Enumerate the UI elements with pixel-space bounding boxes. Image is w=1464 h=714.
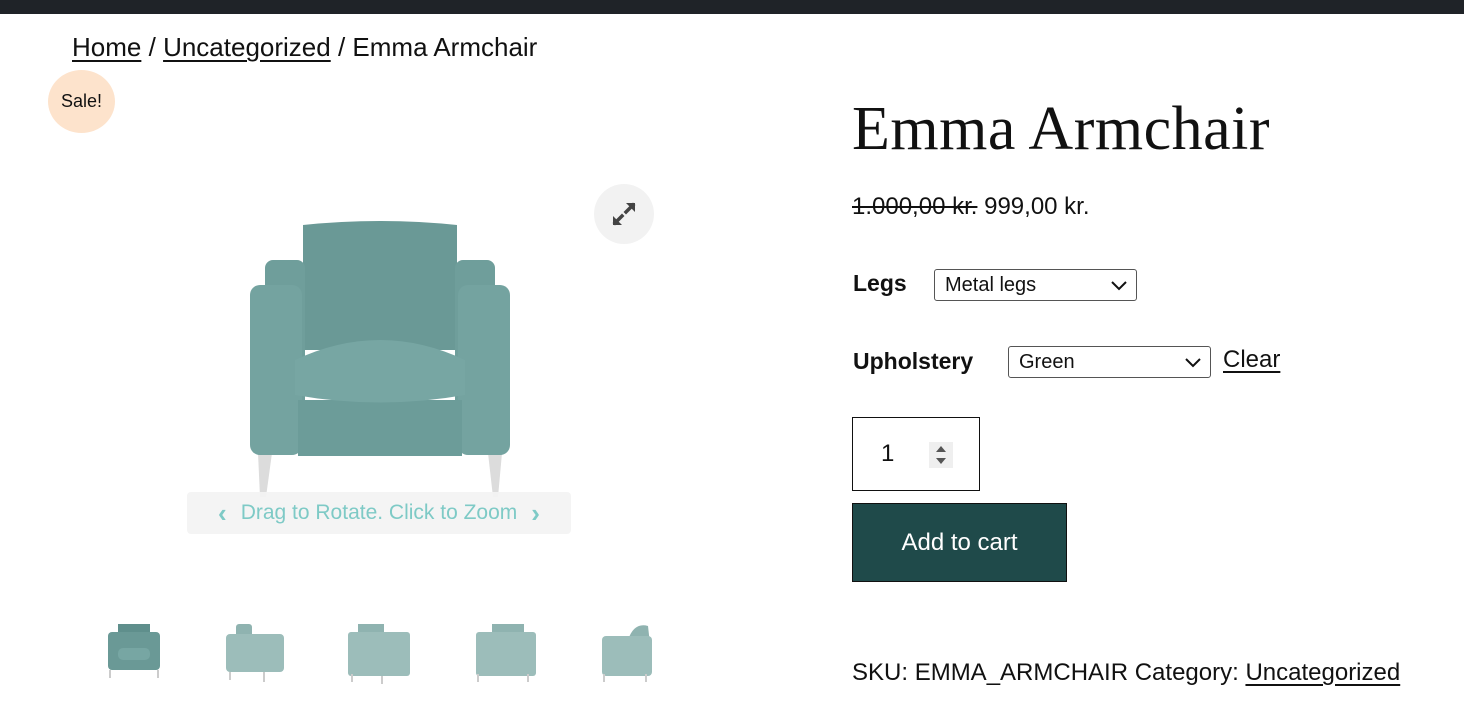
breadcrumb-category[interactable]: Uncategorized <box>163 32 331 62</box>
product-price: 1.000,00 kr. 999,00 kr. <box>852 193 1090 221</box>
rotate-hint-text: Drag to Rotate. Click to Zoom <box>240 501 518 524</box>
sale-badge-label: Sale! <box>60 91 103 111</box>
quantity-value[interactable]: 1 <box>881 440 894 468</box>
upholstery-select-value: Green <box>1019 350 1075 373</box>
legs-select[interactable]: Metal legs <box>934 269 1137 301</box>
legs-select-value: Metal legs <box>945 273 1037 296</box>
sale-badge: Sale! <box>48 70 115 133</box>
sku-label: SKU: <box>852 659 909 686</box>
armchair-image <box>250 221 510 497</box>
product-meta: SKU: EMMA_ARMCHAIR Category: Uncategoriz… <box>852 659 1400 687</box>
sku-value: EMMA_ARMCHAIR <box>914 659 1129 686</box>
regular-price: 1.000,00 kr. <box>852 193 978 220</box>
legs-label: Legs <box>853 270 907 296</box>
chevron-down-icon <box>1185 358 1201 368</box>
sale-price: 999,00 kr. <box>984 193 1090 220</box>
breadcrumb-current: Emma Armchair <box>352 32 538 62</box>
clear-selection-link[interactable]: Clear <box>1223 346 1280 374</box>
upholstery-select[interactable]: Green <box>1008 346 1211 378</box>
quantity-stepper[interactable]: 1 <box>852 417 980 491</box>
thumbnail-front-left[interactable] <box>222 620 286 684</box>
product-title: Emma Armchair <box>852 95 1270 163</box>
expand-icon <box>612 202 636 226</box>
chevron-down-icon <box>1111 281 1127 291</box>
chevron-right-icon[interactable]: › <box>531 498 540 529</box>
thumbnail-side[interactable] <box>598 620 662 684</box>
category-link[interactable]: Uncategorized <box>1245 659 1400 686</box>
rotate-hint-bar: ‹ Drag to Rotate. Click to Zoom › <box>187 492 571 534</box>
chevron-left-icon[interactable]: ‹ <box>218 498 227 529</box>
thumbnail-front[interactable] <box>102 620 166 684</box>
fullscreen-zoom-button[interactable] <box>594 184 654 244</box>
upholstery-label: Upholstery <box>853 348 974 374</box>
breadcrumb-separator: / <box>337 32 346 62</box>
breadcrumb: Home / Uncategorized / Emma Armchair <box>72 32 537 63</box>
admin-top-bar <box>0 0 1464 14</box>
quantity-spin-buttons[interactable] <box>929 442 953 468</box>
thumbnail-back[interactable] <box>472 620 536 684</box>
breadcrumb-home[interactable]: Home <box>72 32 141 62</box>
add-to-cart-button[interactable]: Add to cart <box>852 503 1067 582</box>
thumbnail-back-left[interactable] <box>346 620 410 684</box>
spin-arrows-icon <box>936 446 946 464</box>
breadcrumb-separator: / <box>148 32 156 62</box>
category-label: Category: <box>1134 659 1239 686</box>
product-image-360-viewer[interactable] <box>240 215 520 505</box>
